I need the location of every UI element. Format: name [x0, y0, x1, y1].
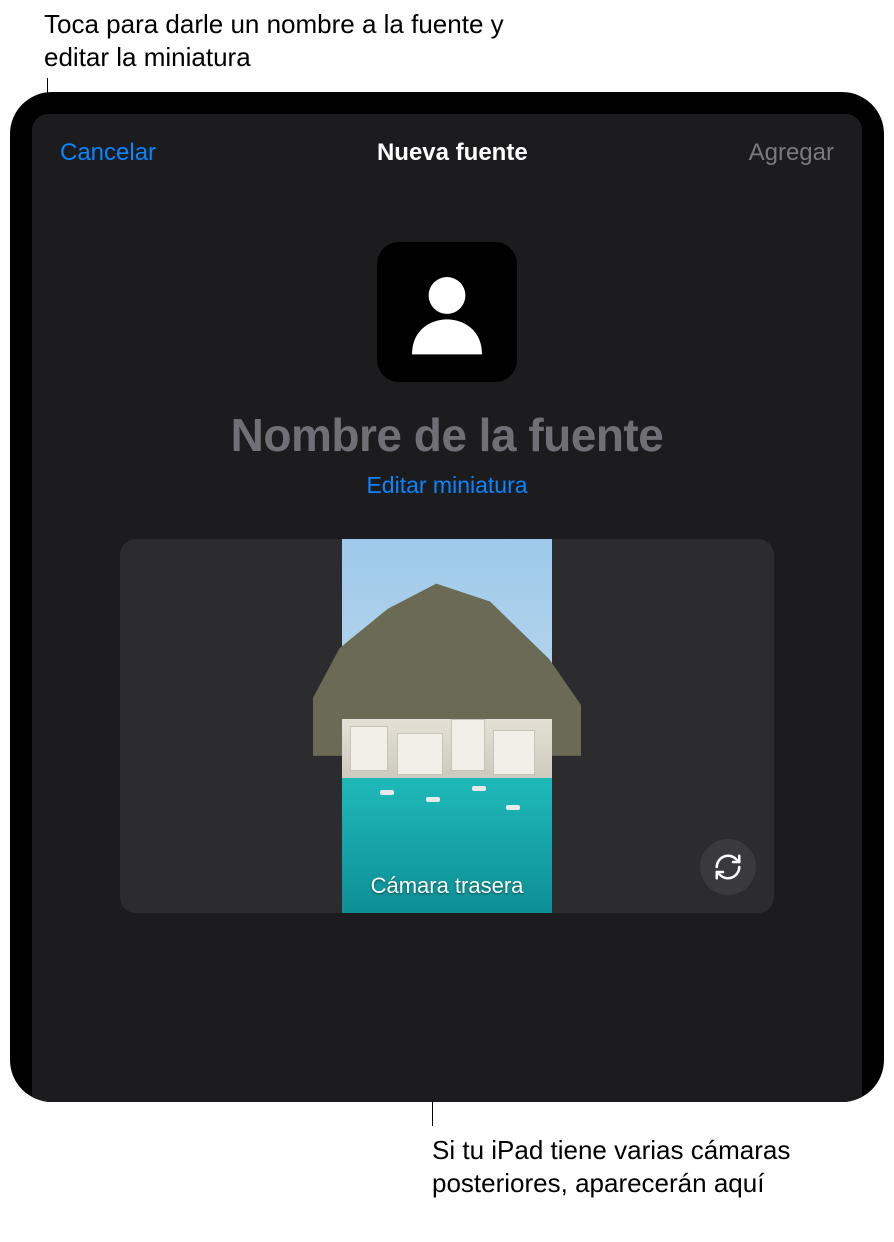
callout-bottom-text: Si tu iPad tiene varias cámaras posterio…: [432, 1134, 852, 1199]
person-placeholder-icon: [401, 266, 493, 358]
cancel-button[interactable]: Cancelar: [60, 139, 156, 167]
camera-preview-image: [342, 539, 552, 913]
flip-camera-button[interactable]: [700, 839, 756, 895]
edit-thumbnail-button[interactable]: Editar miniatura: [32, 472, 862, 499]
modal-title: Nueva fuente: [377, 139, 528, 167]
source-name-field[interactable]: Nombre de la fuente: [32, 408, 862, 462]
new-source-modal: Cancelar Nueva fuente Agregar Nombre de …: [32, 114, 862, 1102]
modal-header: Cancelar Nueva fuente Agregar: [32, 114, 862, 172]
callout-top-text: Toca para darle un nombre a la fuente y …: [44, 8, 524, 73]
camera-label: Cámara trasera: [371, 873, 524, 899]
device-frame: Cancelar Nueva fuente Agregar Nombre de …: [10, 92, 884, 1102]
camera-flip-icon: [713, 852, 743, 882]
add-button[interactable]: Agregar: [749, 139, 834, 167]
camera-preview: Cámara trasera: [120, 539, 774, 913]
source-thumbnail[interactable]: [377, 242, 517, 382]
